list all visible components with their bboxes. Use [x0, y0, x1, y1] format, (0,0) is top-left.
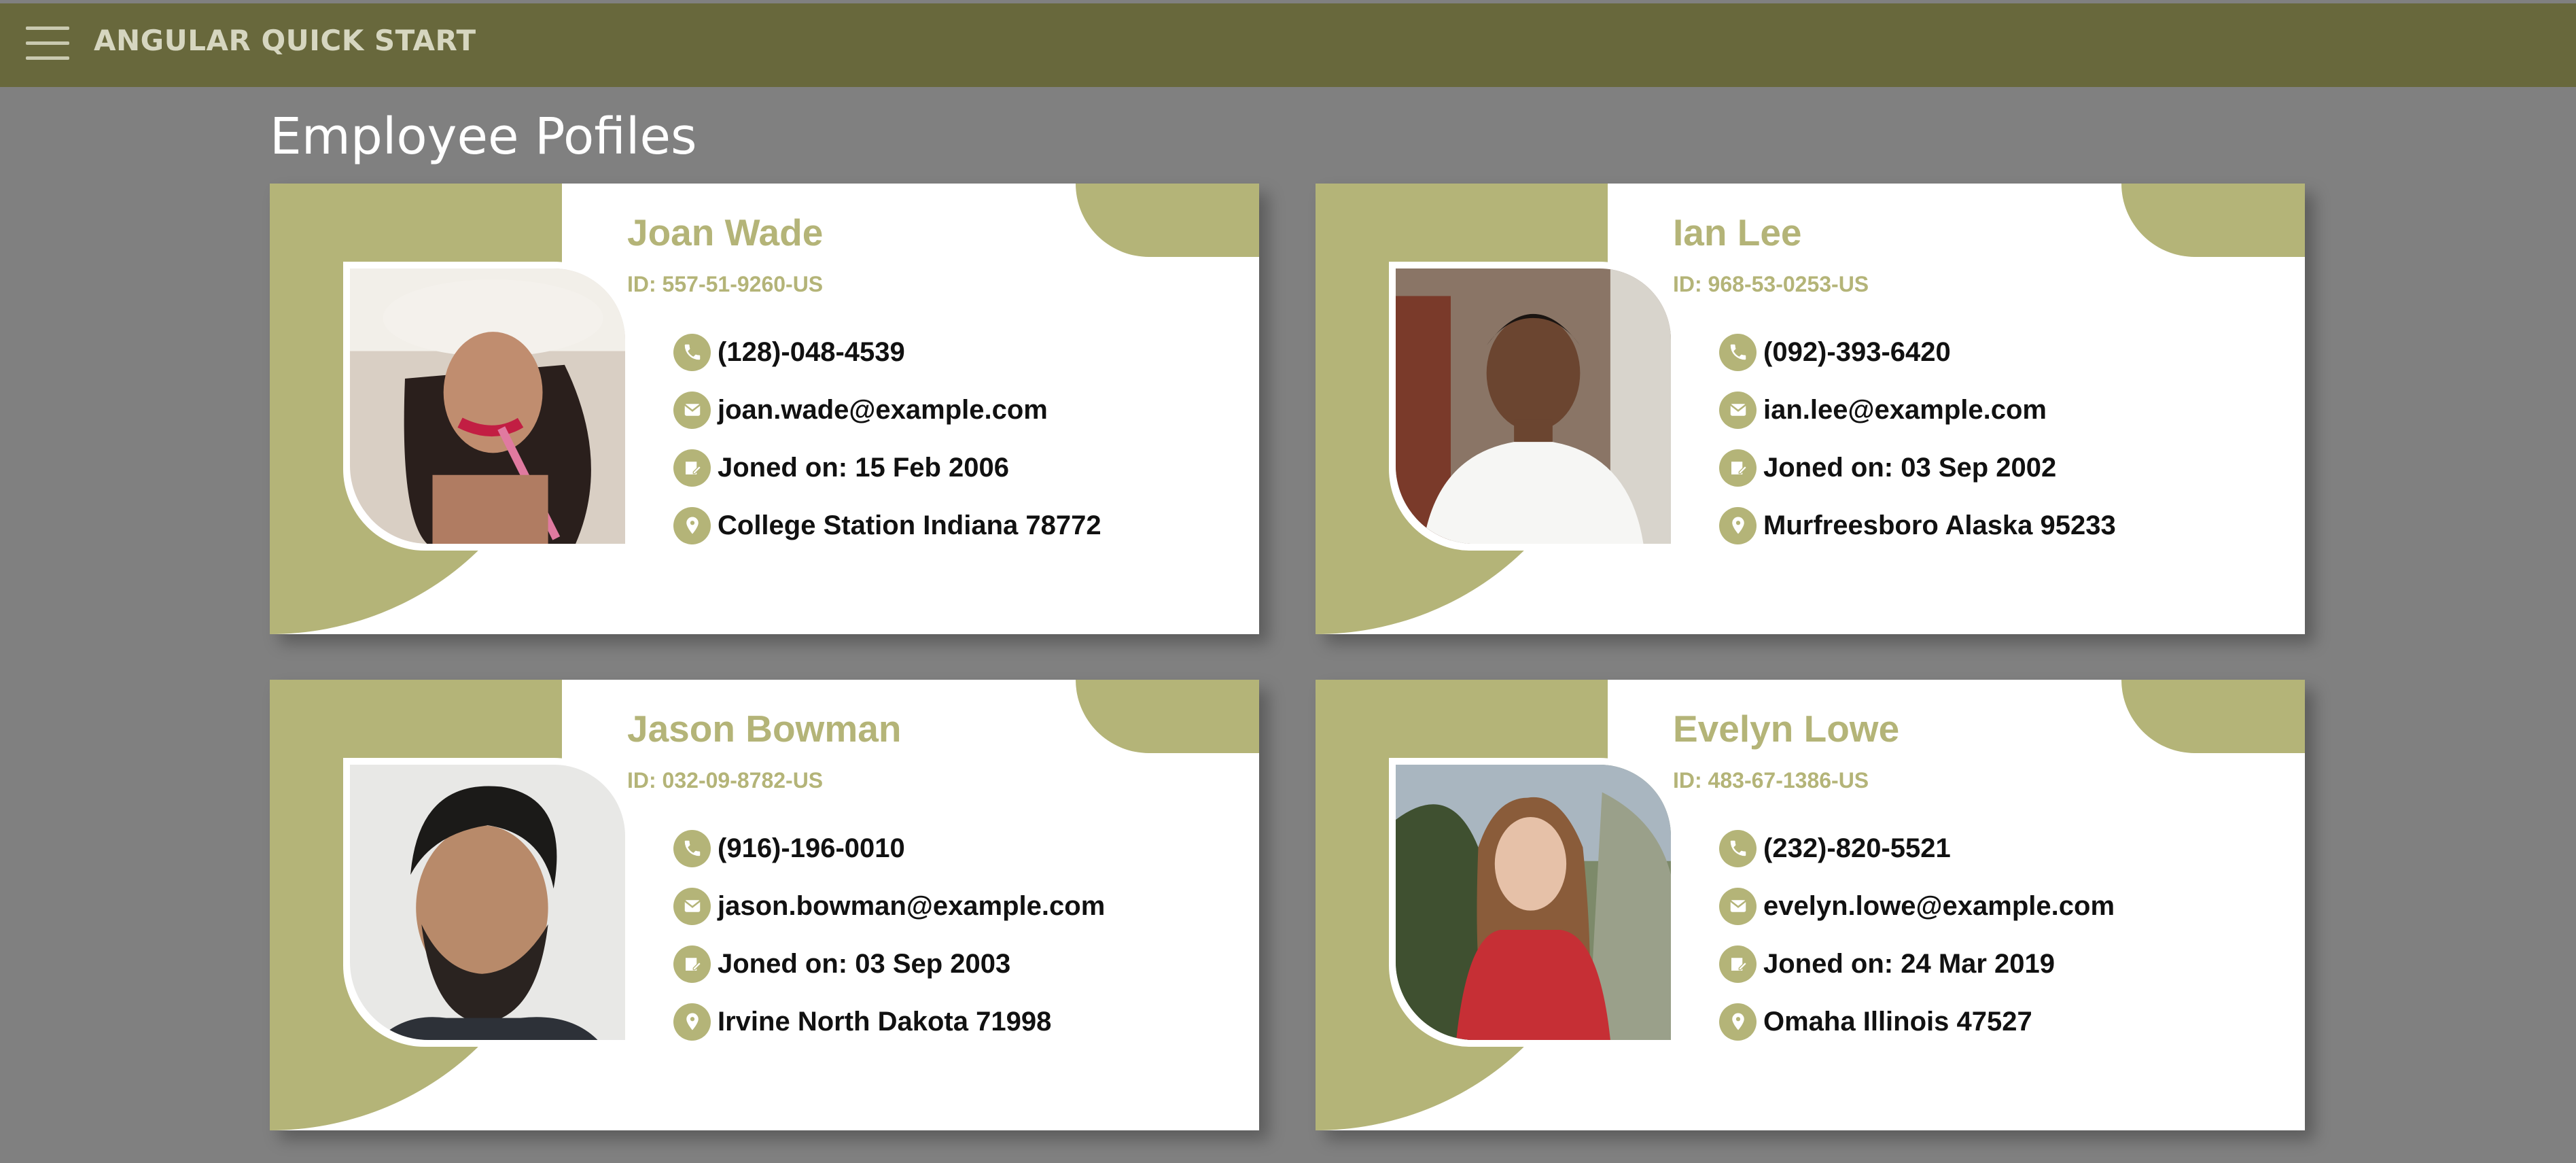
- employee-phone: (092)-393-6420: [1763, 336, 1951, 367]
- location-pin-icon: [1719, 1003, 1757, 1041]
- phone-icon: [1719, 829, 1757, 867]
- calendar-edit-icon: [673, 449, 711, 487]
- employee-id: ID: 557-51-9260-US: [627, 272, 824, 296]
- envelope-icon: [1719, 887, 1757, 925]
- employee-photo: [343, 262, 629, 551]
- joined-row: Joned on: 03 Sep 2003: [673, 943, 1010, 984]
- calendar-edit-icon: [1719, 449, 1757, 487]
- employee-name: Ian Lee: [1673, 211, 1802, 254]
- location-pin-icon: [673, 1003, 711, 1041]
- calendar-edit-icon: [1719, 945, 1757, 983]
- phone-row: (128)-048-4539: [673, 332, 905, 372]
- calendar-edit-icon: [673, 945, 711, 983]
- joined-row: Joned on: 24 Mar 2019: [1719, 943, 2055, 984]
- employee-photo: [1389, 262, 1674, 551]
- joined-row: Joned on: 03 Sep 2002: [1719, 447, 2056, 488]
- address-row: Irvine North Dakota 71998: [673, 1001, 1051, 1042]
- employee-email[interactable]: jason.bowman@example.com: [718, 891, 1105, 922]
- envelope-icon: [1719, 391, 1757, 429]
- address-row: Omaha Illinois 47527: [1719, 1001, 2032, 1042]
- address-row: Murfreesboro Alaska 95233: [1719, 505, 2116, 546]
- envelope-icon: [673, 887, 711, 925]
- employee-card[interactable]: Ian Lee ID: 968-53-0253-US (092)-393-642…: [1316, 184, 2305, 634]
- employee-email[interactable]: joan.wade@example.com: [718, 395, 1048, 426]
- app-title: ANGULAR QUICK START: [94, 24, 476, 57]
- employee-joined: Joned on: 24 Mar 2019: [1763, 948, 2055, 979]
- employee-address: Irvine North Dakota 71998: [718, 1006, 1052, 1037]
- employee-id: ID: 483-67-1386-US: [1673, 768, 1869, 793]
- phone-row: (916)-196-0010: [673, 828, 905, 869]
- phone-icon: [673, 829, 711, 867]
- employee-address: Murfreesboro Alaska 95233: [1763, 510, 2116, 540]
- employee-phone: (128)-048-4539: [718, 336, 905, 367]
- location-pin-icon: [673, 506, 711, 544]
- employee-email[interactable]: evelyn.lowe@example.com: [1763, 891, 2115, 922]
- employee-photo: [1389, 758, 1674, 1047]
- employee-card[interactable]: Jason Bowman ID: 032-09-8782-US (916)-19…: [270, 680, 1259, 1130]
- hamburger-menu-icon[interactable]: [24, 24, 72, 65]
- employee-name: Joan Wade: [627, 211, 824, 254]
- address-row: College Station Indiana 78772: [673, 505, 1101, 546]
- email-row: joan.wade@example.com: [673, 389, 1048, 430]
- app-toolbar: ANGULAR QUICK START: [0, 3, 2576, 87]
- employee-email[interactable]: ian.lee@example.com: [1763, 395, 2047, 426]
- phone-row: (092)-393-6420: [1719, 332, 1951, 372]
- joined-row: Joned on: 15 Feb 2006: [673, 447, 1009, 488]
- page-title: Employee Pofiles: [270, 107, 697, 166]
- employee-name: Jason Bowman: [627, 708, 902, 750]
- employee-phone: (232)-820-5521: [1763, 833, 1951, 863]
- employee-address: Omaha Illinois 47527: [1763, 1006, 2032, 1037]
- employee-joined: Joned on: 03 Sep 2003: [718, 948, 1011, 979]
- location-pin-icon: [1719, 506, 1757, 544]
- employee-phone: (916)-196-0010: [718, 833, 905, 863]
- employee-card[interactable]: Joan Wade ID: 557-51-9260-US (128)-048-4…: [270, 184, 1259, 634]
- employee-joined: Joned on: 03 Sep 2002: [1763, 452, 2057, 483]
- phone-icon: [673, 333, 711, 371]
- email-row: ian.lee@example.com: [1719, 389, 2047, 430]
- employee-name: Evelyn Lowe: [1673, 708, 1900, 750]
- employee-id: ID: 968-53-0253-US: [1673, 272, 1869, 296]
- phone-row: (232)-820-5521: [1719, 828, 1951, 869]
- employee-joined: Joned on: 15 Feb 2006: [718, 452, 1010, 483]
- employee-photo: [343, 758, 629, 1047]
- employee-id: ID: 032-09-8782-US: [627, 768, 824, 793]
- envelope-icon: [673, 391, 711, 429]
- employee-card[interactable]: Evelyn Lowe ID: 483-67-1386-US (232)-820…: [1316, 680, 2305, 1130]
- phone-icon: [1719, 333, 1757, 371]
- employee-address: College Station Indiana 78772: [718, 510, 1101, 540]
- email-row: evelyn.lowe@example.com: [1719, 886, 2115, 926]
- email-row: jason.bowman@example.com: [673, 886, 1105, 926]
